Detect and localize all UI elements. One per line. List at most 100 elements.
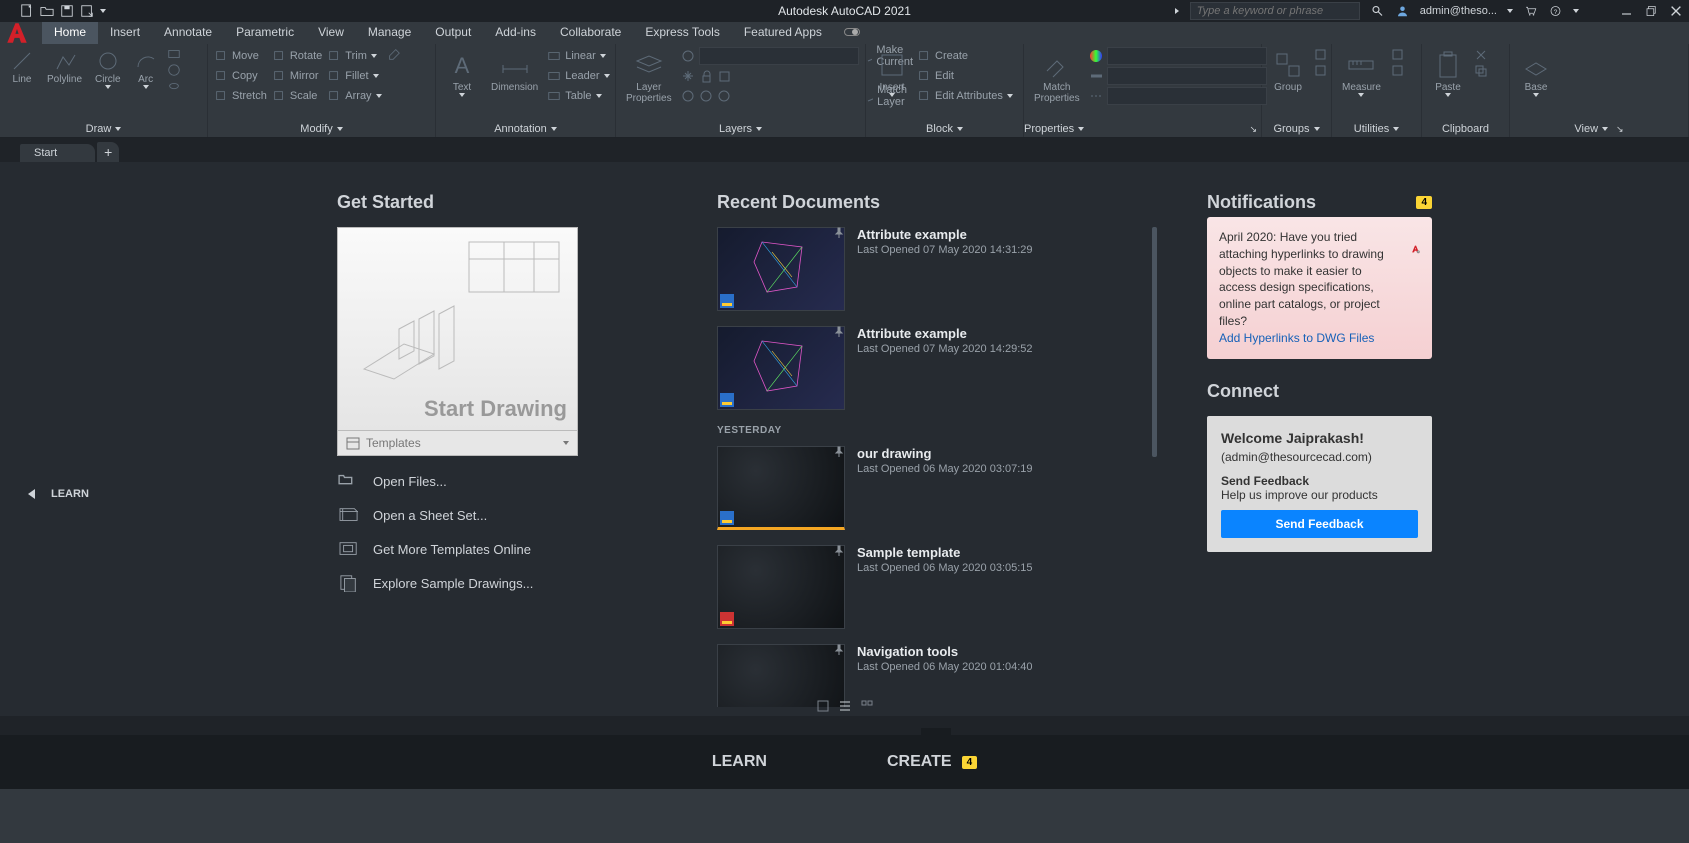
mirror-button[interactable]: Mirror bbox=[272, 67, 322, 85]
learn-nav[interactable]: LEARN bbox=[28, 488, 89, 500]
view-large-icon[interactable] bbox=[817, 700, 829, 712]
cart-icon[interactable] bbox=[1523, 5, 1538, 17]
footer-tab-learn[interactable]: LEARN bbox=[712, 753, 767, 771]
search-input[interactable] bbox=[1190, 2, 1360, 20]
color-dropdown[interactable] bbox=[1089, 47, 1267, 65]
panel-title-layers[interactable]: Layers bbox=[616, 121, 865, 137]
cut-icon[interactable] bbox=[1473, 47, 1487, 61]
search-icon[interactable] bbox=[1370, 5, 1385, 17]
new-icon[interactable] bbox=[20, 4, 34, 18]
link-open-files[interactable]: Open Files... bbox=[337, 472, 717, 490]
insert-button[interactable]: Insert bbox=[872, 47, 912, 99]
pin-icon[interactable] bbox=[833, 227, 845, 239]
pin-icon[interactable] bbox=[833, 446, 845, 458]
link-open-a-sheet-set[interactable]: Open a Sheet Set... bbox=[337, 506, 717, 524]
rectangle-icon[interactable] bbox=[167, 47, 181, 61]
move-button[interactable]: Move bbox=[214, 47, 267, 65]
menu-item-manage[interactable]: Manage bbox=[356, 22, 423, 44]
panel-title-block[interactable]: Block bbox=[866, 121, 1023, 137]
templates-dropdown[interactable]: Templates bbox=[337, 430, 578, 456]
tab-start[interactable]: Start bbox=[20, 144, 95, 162]
menu-item-insert[interactable]: Insert bbox=[98, 22, 152, 44]
menu-item-view[interactable]: View bbox=[306, 22, 356, 44]
start-drawing-tile[interactable]: Start Drawing bbox=[337, 227, 578, 431]
layer-state-dropdown[interactable] bbox=[681, 47, 859, 65]
menu-item-collaborate[interactable]: Collaborate bbox=[548, 22, 633, 44]
dimension-button[interactable]: Dimension bbox=[487, 47, 542, 95]
base-button[interactable]: Base bbox=[1516, 47, 1556, 99]
qat-dropdown-icon[interactable] bbox=[100, 9, 106, 13]
send-feedback-button[interactable]: Send Feedback bbox=[1221, 510, 1418, 538]
pin-icon[interactable] bbox=[833, 326, 845, 338]
layer-iso-icon[interactable] bbox=[699, 89, 713, 103]
layer-freeze-icon[interactable] bbox=[681, 69, 695, 83]
panel-title-modify[interactable]: Modify bbox=[208, 121, 435, 137]
line-button[interactable]: Line bbox=[6, 47, 38, 87]
polyline-button[interactable]: Polyline bbox=[43, 47, 86, 87]
panel-title-draw[interactable]: Draw bbox=[0, 121, 207, 137]
menu-item-featured-apps[interactable]: Featured Apps bbox=[732, 22, 834, 44]
saveas-icon[interactable] bbox=[80, 4, 94, 18]
recent-doc-item[interactable]: Sample templateLast Opened 06 May 2020 0… bbox=[717, 545, 1157, 629]
linetype-dropdown[interactable] bbox=[1089, 87, 1267, 105]
notification-link[interactable]: Add Hyperlinks to DWG Files bbox=[1219, 331, 1374, 345]
link-get-more-templates-online[interactable]: Get More Templates Online bbox=[337, 540, 717, 558]
recent-doc-item[interactable]: Attribute exampleLast Opened 07 May 2020… bbox=[717, 227, 1157, 311]
scale-button[interactable]: Scale bbox=[272, 87, 322, 105]
menu-item-output[interactable]: Output bbox=[423, 22, 483, 44]
panel-title-properties[interactable]: Properties↘ bbox=[1024, 121, 1261, 137]
array-button[interactable]: Array bbox=[327, 87, 381, 105]
erase-icon[interactable] bbox=[387, 47, 401, 61]
stretch-button[interactable]: Stretch bbox=[214, 87, 267, 105]
user-label[interactable]: admin@theso... bbox=[1420, 5, 1497, 17]
menu-item-add-ins[interactable]: Add-ins bbox=[483, 22, 548, 44]
save-icon[interactable] bbox=[60, 4, 74, 18]
edit-button[interactable]: Edit bbox=[917, 67, 1013, 85]
measure-button[interactable]: Measure bbox=[1338, 47, 1385, 99]
open-icon[interactable] bbox=[40, 4, 54, 18]
pin-icon[interactable] bbox=[833, 644, 845, 656]
copy-icon[interactable] bbox=[1473, 63, 1487, 77]
match-properties-button[interactable]: Match Properties bbox=[1030, 47, 1084, 106]
ungroup-icon[interactable] bbox=[1313, 63, 1327, 77]
app-logo-icon[interactable] bbox=[4, 20, 30, 46]
rotate-button[interactable]: Rotate bbox=[272, 47, 322, 65]
panel-title-groups[interactable]: Groups bbox=[1262, 121, 1331, 137]
leader-button[interactable]: Leader bbox=[547, 67, 609, 85]
recent-doc-item[interactable]: our drawingLast Opened 06 May 2020 03:07… bbox=[717, 446, 1157, 530]
paste-button[interactable]: Paste bbox=[1428, 47, 1468, 99]
circle-button[interactable]: Circle bbox=[91, 47, 125, 91]
help-dropdown-icon[interactable] bbox=[1573, 9, 1579, 13]
view-small-icon[interactable] bbox=[861, 700, 873, 712]
recent-doc-item[interactable]: Navigation toolsLast Opened 06 May 2020 … bbox=[717, 644, 1157, 707]
group-button[interactable]: Group bbox=[1268, 47, 1308, 95]
scrollbar[interactable] bbox=[1152, 227, 1157, 457]
help-icon[interactable]: ? bbox=[1548, 5, 1563, 17]
trim-button[interactable]: Trim bbox=[327, 47, 381, 65]
menu-item-home[interactable]: Home bbox=[42, 22, 98, 44]
pin-icon[interactable] bbox=[833, 545, 845, 557]
menu-item-annotate[interactable]: Annotate bbox=[152, 22, 224, 44]
layer-off-icon[interactable] bbox=[681, 89, 695, 103]
close-icon[interactable] bbox=[1669, 4, 1683, 18]
layer-thaw-icon[interactable] bbox=[717, 89, 731, 103]
group-edit-icon[interactable] bbox=[1313, 47, 1327, 61]
lineweight-dropdown[interactable] bbox=[1089, 67, 1267, 85]
menu-toggle-icon[interactable] bbox=[844, 28, 860, 36]
menu-item-parametric[interactable]: Parametric bbox=[224, 22, 306, 44]
panel-title-view[interactable]: View↘ bbox=[1510, 121, 1688, 137]
view-list-icon[interactable] bbox=[839, 700, 851, 712]
edit-attributes-button[interactable]: Edit Attributes bbox=[917, 87, 1013, 105]
new-tab-button[interactable]: + bbox=[97, 142, 119, 162]
layer-color-icon[interactable] bbox=[717, 69, 731, 83]
linear-button[interactable]: Linear bbox=[547, 47, 609, 65]
layer-properties-button[interactable]: Layer Properties bbox=[622, 47, 676, 106]
panel-title-utilities[interactable]: Utilities bbox=[1332, 121, 1421, 137]
restore-icon[interactable] bbox=[1644, 5, 1659, 17]
hatch-icon[interactable] bbox=[167, 63, 181, 77]
user-dropdown-icon[interactable] bbox=[1507, 9, 1513, 13]
select-icon[interactable] bbox=[1390, 47, 1404, 61]
create-button[interactable]: Create bbox=[917, 47, 1013, 65]
arrow-left-icon[interactable] bbox=[28, 489, 35, 499]
menu-item-express-tools[interactable]: Express Tools bbox=[633, 22, 731, 44]
